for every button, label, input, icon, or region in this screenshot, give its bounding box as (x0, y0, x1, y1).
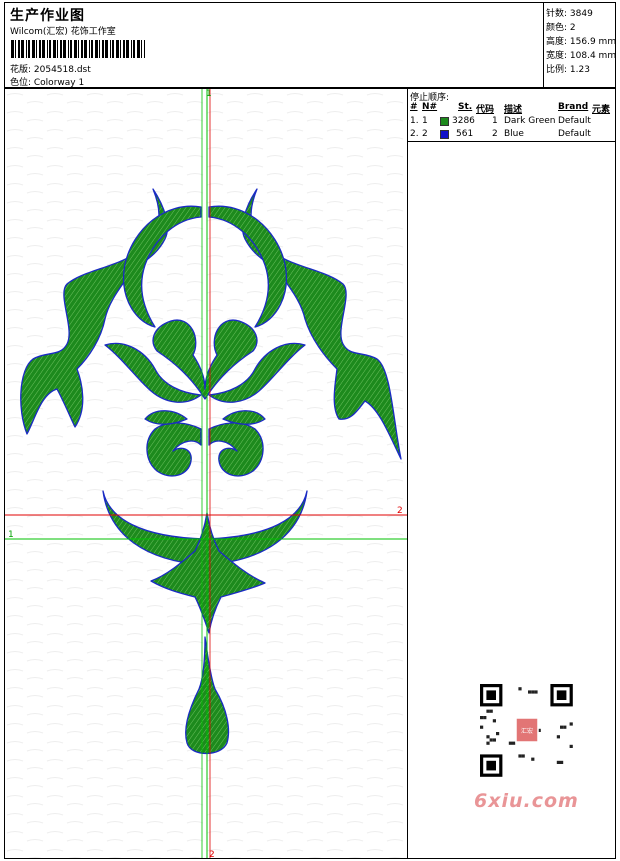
guide-label-right: 2 (397, 506, 403, 516)
stat-scale: 比例: 1.23 (546, 65, 590, 75)
watermark-brand: 6xiu.com (474, 790, 579, 812)
header-panel: 生产作业图 Wilcom(汇宏) 花饰工作室 花版: 2054518.dst 色… (4, 2, 616, 88)
col-header-index: # (410, 102, 418, 112)
panel-divider (408, 141, 615, 142)
design-file-label: 花版: 2054518.dst (10, 65, 91, 75)
colorway-label: 色位: Colorway 1 (10, 78, 85, 88)
col-header-n: N# (422, 102, 438, 112)
stats-panel: 针数: 3849 颜色: 2 高度: 156.9 mm 宽度: 108.4 mm… (543, 3, 617, 87)
guide-label-top: 1 (206, 89, 212, 99)
col-header-element: 元素 (592, 105, 611, 115)
color-swatch-blue (440, 130, 449, 139)
color-swatch-green (440, 117, 449, 126)
production-worksheet: 生产作业图 Wilcom(汇宏) 花饰工作室 花版: 2054518.dst 色… (0, 0, 620, 861)
studio-subtitle: Wilcom(汇宏) 花饰工作室 (10, 27, 116, 37)
guide-label-left: 1 (8, 530, 14, 540)
col-header-code: 代码 (476, 105, 495, 115)
page-title: 生产作业图 (10, 8, 85, 24)
design-canvas[interactable]: 1 2 1 2 (4, 88, 408, 859)
stat-width: 宽度: 108.4 mm (546, 51, 617, 61)
svg-text:汇宏: 汇宏 (521, 727, 533, 735)
stat-height: 高度: 156.9 mm (546, 37, 617, 47)
col-header-brand: Brand (558, 102, 589, 112)
guide-label-bottom: 2 (209, 850, 215, 859)
col-header-description: 描述 (504, 105, 523, 115)
qr-code-watermark: 汇宏 (470, 680, 584, 784)
barcode-image (11, 40, 145, 58)
col-header-stitches: St. (458, 102, 473, 112)
stat-stitches: 针数: 3849 (546, 9, 593, 19)
stat-colors: 颜色: 2 (546, 23, 576, 33)
embroidery-preview: 1 2 1 2 (5, 89, 407, 859)
